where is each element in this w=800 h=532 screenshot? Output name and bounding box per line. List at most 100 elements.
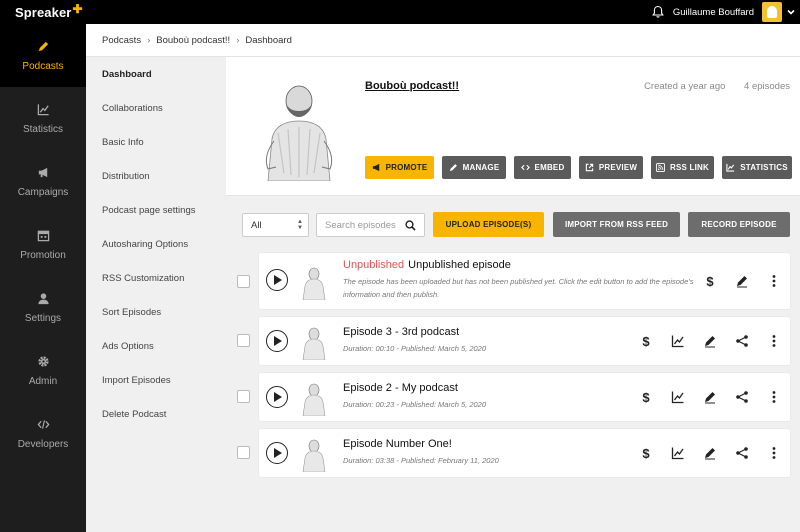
breadcrumb: Podcasts › Bouboù podcast!! › Dashboard (86, 24, 800, 57)
podcast-title[interactable]: Bouboù podcast!! (365, 80, 459, 92)
episode-row[interactable]: Episode 3 - 3rd podcast Duration: 00:10 … (259, 317, 790, 365)
bell-icon[interactable] (651, 5, 665, 19)
subnav-import-episodes[interactable]: Import Episodes (86, 363, 226, 397)
nav-label: Admin (28, 375, 58, 387)
nav-label: Settings (24, 312, 62, 324)
statistics-button[interactable]: STATISTICS (722, 156, 792, 179)
nav-podcasts[interactable]: Podcasts (0, 24, 86, 87)
podcast-meta: Created a year ago 4 episodes (644, 81, 790, 92)
more-options-icon[interactable] (758, 443, 790, 463)
episode-row[interactable]: Unpublished Unpublished episode The episo… (259, 253, 790, 309)
created-date: Created a year ago (644, 81, 726, 92)
more-options-icon[interactable] (758, 387, 790, 407)
nav-statistics[interactable]: Statistics (0, 87, 86, 150)
breadcrumb-podcasts[interactable]: Podcasts (102, 35, 141, 46)
breadcrumb-podcast[interactable]: Bouboù podcast!! (156, 35, 230, 46)
more-options-icon[interactable] (758, 271, 790, 291)
subnav-basic-info[interactable]: Basic Info (86, 125, 226, 159)
episode-checkbox[interactable] (237, 390, 250, 403)
edit-icon[interactable] (694, 331, 726, 351)
subnav-sort-episodes[interactable]: Sort Episodes (86, 295, 226, 329)
subnav-distribution[interactable]: Distribution (86, 159, 226, 193)
subnav-autosharing-options[interactable]: Autosharing Options (86, 227, 226, 261)
nav-label: Podcasts (22, 60, 64, 72)
chevron-down-icon[interactable] (786, 7, 796, 17)
episode-description: The episode has been uploaded but has no… (343, 277, 694, 299)
episode-details: Duration: 00:10 - Published: March 5, 20… (343, 344, 487, 353)
edit-icon[interactable] (694, 387, 726, 407)
share-icon[interactable] (726, 387, 758, 407)
episode-title[interactable]: Episode 2 - My podcast (343, 382, 458, 394)
nav-developers[interactable]: Developers (0, 402, 86, 465)
avatar[interactable] (762, 2, 782, 22)
share-icon[interactable] (726, 331, 758, 351)
username[interactable]: Guillaume Bouffard (673, 7, 754, 18)
nav-label: Campaigns (17, 186, 69, 198)
episode-title[interactable]: Episode 3 - 3rd podcast (343, 326, 459, 338)
episode-row[interactable]: Episode Number One! Duration: 03:38 - Pu… (259, 429, 790, 477)
upload-episodes-button[interactable]: UPLOAD EPISODE(S) (433, 212, 544, 237)
import-rss-button[interactable]: IMPORT FROM RSS FEED (553, 212, 680, 237)
play-icon[interactable] (266, 442, 288, 464)
nav-admin[interactable]: Admin (0, 339, 86, 402)
stats-icon[interactable] (662, 443, 694, 463)
monetize-icon[interactable]: $ (630, 387, 662, 407)
podcast-header: Bouboù podcast!! Created a year ago 4 ep… (226, 57, 800, 196)
episode-checkbox[interactable] (237, 446, 250, 459)
share-icon[interactable] (726, 443, 758, 463)
statistics-label: STATISTICS (740, 163, 788, 172)
embed-button[interactable]: EMBED (514, 156, 571, 179)
stats-icon[interactable] (662, 387, 694, 407)
more-options-icon[interactable] (758, 331, 790, 351)
nav-settings[interactable]: Settings (0, 276, 86, 339)
breadcrumb-separator: › (236, 34, 240, 46)
chart-icon (37, 103, 49, 115)
subnav-delete-podcast[interactable]: Delete Podcast (86, 397, 226, 431)
promote-button[interactable]: PROMOTE (365, 156, 434, 179)
episode-checkbox[interactable] (237, 334, 250, 347)
subnav-dashboard[interactable]: Dashboard (86, 57, 226, 91)
play-icon[interactable] (266, 330, 288, 352)
episode-actions: $ (630, 387, 790, 407)
manage-button[interactable]: MANAGE (442, 156, 506, 179)
preview-button[interactable]: PREVIEW (579, 156, 643, 179)
promote-label: PROMOTE (385, 163, 428, 172)
play-icon[interactable] (266, 386, 288, 408)
subnav-ads-options[interactable]: Ads Options (86, 329, 226, 363)
search-icon[interactable] (405, 219, 416, 231)
monetize-icon[interactable]: $ (630, 443, 662, 463)
episode-row[interactable]: Episode 2 - My podcast Duration: 00:23 -… (259, 373, 790, 421)
pencil-icon (38, 41, 48, 51)
edit-icon[interactable] (694, 443, 726, 463)
subnav-collaborations[interactable]: Collaborations (86, 91, 226, 125)
user-icon (37, 292, 49, 304)
episode-checkbox[interactable] (237, 275, 250, 288)
monetize-icon[interactable]: $ (630, 331, 662, 351)
nav-promotion[interactable]: Promotion (0, 213, 86, 276)
podcast-cover-image[interactable] (244, 71, 354, 181)
spreaker-logo[interactable]: Spreaker✚ (0, 2, 83, 20)
search-input[interactable] (325, 219, 403, 231)
calendar-icon (37, 230, 49, 241)
subnav-rss-customization[interactable]: RSS Customization (86, 261, 226, 295)
record-episode-button[interactable]: RECORD EPISODE (688, 212, 790, 237)
episode-details: Duration: 03:38 - Published: February 11… (343, 456, 499, 465)
episode-title[interactable]: Unpublished Unpublished episode (343, 259, 511, 271)
stats-icon[interactable] (662, 331, 694, 351)
edit-icon[interactable] (726, 271, 758, 291)
rss-link-button[interactable]: RSS LINK (651, 156, 714, 179)
episode-title[interactable]: Episode Number One! (343, 438, 452, 450)
nav-campaigns[interactable]: Campaigns (0, 150, 86, 213)
code-icon (520, 164, 530, 171)
subnav-podcast-page-settings[interactable]: Podcast page settings (86, 193, 226, 227)
episode-actions: $ (630, 331, 790, 351)
episode-actions: $ (694, 271, 790, 291)
play-icon[interactable] (266, 269, 288, 291)
episode-filter-select[interactable]: All ▲ ▼ (242, 213, 309, 237)
nav-label: Promotion (20, 249, 66, 261)
breadcrumb-current: Dashboard (245, 34, 292, 46)
external-link-icon (585, 163, 594, 172)
monetize-icon[interactable]: $ (694, 271, 726, 291)
episode-thumbnail (302, 383, 326, 416)
episode-search (316, 213, 425, 237)
